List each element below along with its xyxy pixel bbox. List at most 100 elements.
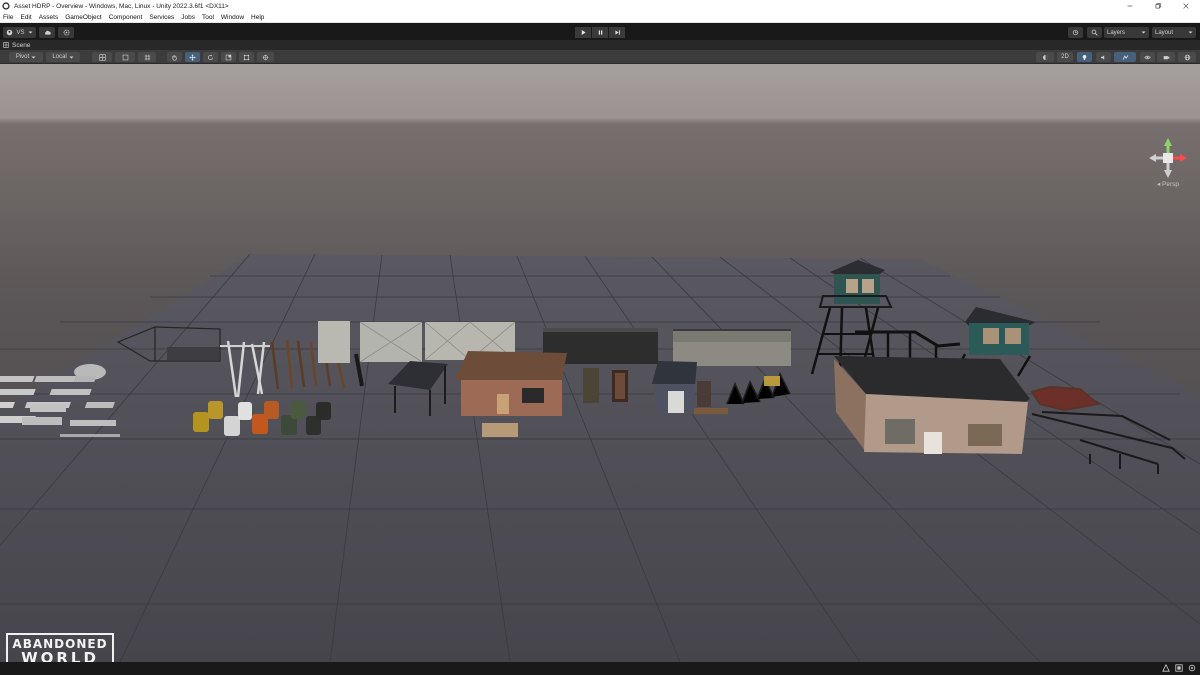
chevron-down-icon — [1188, 31, 1193, 34]
tab-scene[interactable]: Scene — [3, 40, 30, 50]
ground-plane — [0, 254, 1200, 662]
undo-history-button[interactable] — [1068, 27, 1083, 38]
cloud-icon — [44, 30, 51, 35]
mode-2d-button[interactable]: 2D — [1057, 52, 1073, 62]
grid-visibility-button[interactable] — [138, 52, 156, 62]
minimize-button[interactable] — [1116, 0, 1144, 12]
account-dropdown[interactable]: VS — [3, 27, 36, 38]
search-button[interactable] — [1087, 27, 1102, 38]
close-icon — [1183, 3, 1189, 9]
cloud-button[interactable] — [39, 27, 55, 38]
hand-icon — [172, 54, 177, 61]
menu-component[interactable]: Component — [109, 14, 143, 21]
menu-file[interactable]: File — [3, 14, 13, 21]
rotate-icon — [208, 54, 213, 60]
window-title-bar: Asset HDRP - Overview - Windows, Mac, Li… — [0, 0, 1200, 12]
orientation-gizmo[interactable] — [1148, 136, 1188, 180]
step-icon — [614, 30, 620, 35]
menu-jobs[interactable]: Jobs — [181, 14, 195, 21]
transform-tool-button[interactable] — [257, 52, 274, 62]
play-button[interactable] — [575, 27, 591, 38]
rect-tool-button[interactable] — [239, 52, 254, 62]
lighting-toggle[interactable] — [1077, 52, 1092, 62]
pivot-label: Pivot — [15, 54, 30, 60]
minimize-icon — [1127, 5, 1133, 7]
menu-window[interactable]: Window — [221, 14, 244, 21]
menu-services[interactable]: Services — [149, 14, 174, 21]
menu-bar: File Edit Assets GameObject Component Se… — [0, 12, 1200, 23]
menu-assets[interactable]: Assets — [39, 14, 59, 21]
menu-edit[interactable]: Edit — [20, 14, 31, 21]
scene-tab-label: Scene — [12, 41, 31, 49]
grid-snapping-button[interactable] — [92, 52, 112, 62]
chevron-down-icon — [69, 56, 74, 58]
layers-dropdown[interactable]: Layers — [1104, 27, 1149, 38]
brick-warehouse — [834, 356, 1030, 454]
scale-tool-button[interactable] — [221, 52, 236, 62]
window-title: Asset HDRP - Overview - Windows, Mac, Li… — [14, 2, 229, 10]
progress-icon[interactable] — [1175, 664, 1183, 672]
transform-icon — [262, 54, 269, 60]
speaker-icon — [1101, 54, 1105, 60]
camera-icon — [1163, 55, 1169, 59]
debug-mode-icon[interactable] — [1188, 664, 1196, 672]
chevron-down-icon — [31, 56, 36, 58]
scale-icon — [225, 54, 232, 60]
pause-icon — [598, 30, 602, 35]
shading-mode-icon — [1042, 54, 1048, 60]
draw-mode-dropdown[interactable] — [1036, 52, 1054, 62]
eye-off-icon — [1144, 55, 1151, 59]
maximize-button[interactable] — [1144, 0, 1172, 12]
move-tool-button[interactable] — [185, 52, 200, 62]
account-icon — [7, 29, 13, 36]
grid-icon — [3, 42, 9, 48]
snap-icon — [122, 54, 128, 60]
increment-snap-button[interactable] — [115, 52, 135, 62]
scene-tab-bar: Scene — [0, 40, 1200, 50]
mode-2d-label: 2D — [1061, 54, 1069, 60]
unity-logo-icon — [2, 2, 10, 10]
gizmo-globe-icon — [1184, 54, 1190, 60]
effects-icon — [1122, 54, 1128, 60]
hand-tool-button[interactable] — [167, 52, 182, 62]
close-button[interactable] — [1172, 0, 1200, 12]
pause-button[interactable] — [592, 27, 608, 38]
rect-icon — [243, 54, 250, 60]
menu-gameobject[interactable]: GameObject — [65, 14, 102, 21]
play-icon — [581, 30, 586, 35]
step-button[interactable] — [609, 27, 625, 38]
gear-icon — [63, 29, 69, 36]
playback-controls — [575, 27, 625, 38]
move-icon — [189, 53, 196, 61]
chevron-down-icon — [28, 31, 32, 34]
layout-label: Layout — [1155, 29, 1174, 36]
scene-render[interactable] — [0, 64, 1200, 662]
chevron-down-icon — [1141, 31, 1146, 34]
menu-tool[interactable]: Tool — [202, 14, 214, 21]
rotate-tool-button[interactable] — [203, 52, 218, 62]
history-icon — [1072, 29, 1079, 36]
search-icon — [1091, 29, 1098, 36]
layers-label: Layers — [1107, 29, 1126, 36]
settings-button[interactable] — [58, 27, 74, 38]
menu-help[interactable]: Help — [251, 14, 264, 21]
effects-dropdown[interactable] — [1114, 52, 1136, 62]
scene-toolbar: Pivot Local 2D — [0, 50, 1200, 64]
lightbulb-icon — [1082, 54, 1087, 60]
camera-settings-dropdown[interactable] — [1157, 52, 1175, 62]
status-bar — [0, 662, 1200, 675]
auto-generate-lighting-icon[interactable] — [1162, 663, 1170, 672]
grid-icon — [144, 54, 150, 60]
gizmos-dropdown[interactable] — [1178, 52, 1196, 62]
account-label: VS — [16, 29, 25, 36]
pivot-dropdown[interactable]: Pivot — [9, 52, 43, 62]
restore-icon — [1155, 3, 1161, 9]
layout-dropdown[interactable]: Layout — [1152, 27, 1196, 38]
camera-projection-label[interactable]: ◂ Persp — [1153, 180, 1183, 188]
scene-viewport[interactable]: ◂ Persp — [0, 64, 1200, 662]
hidden-objects-toggle[interactable] — [1140, 52, 1155, 62]
audio-toggle[interactable] — [1096, 52, 1111, 62]
persp-text: Persp — [1162, 181, 1180, 188]
local-label: Local — [52, 54, 67, 60]
local-dropdown[interactable]: Local — [46, 52, 80, 62]
